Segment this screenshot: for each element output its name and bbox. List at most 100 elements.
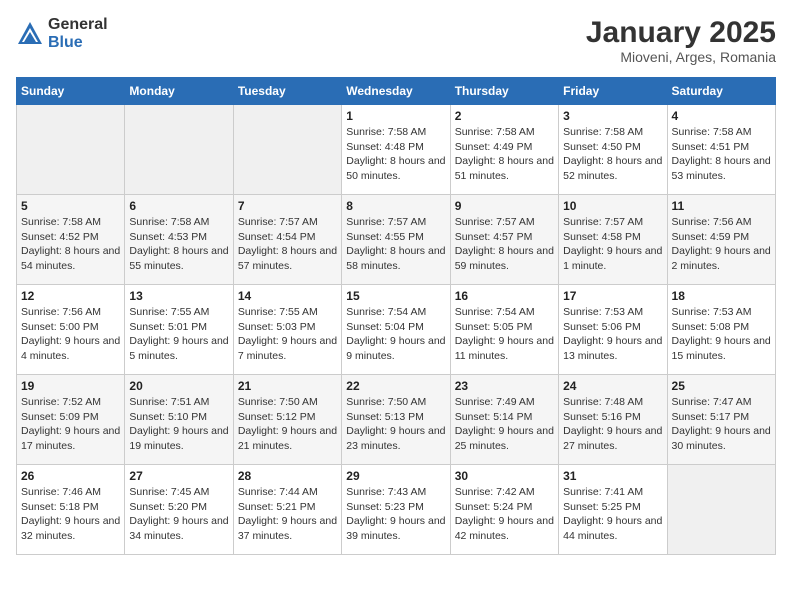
- calendar-cell: 17 Sunrise: 7:53 AM Sunset: 5:06 PM Dayli…: [559, 285, 667, 375]
- calendar-cell: [667, 465, 775, 555]
- day-number: 25: [672, 379, 771, 393]
- calendar-cell: 14 Sunrise: 7:55 AM Sunset: 5:03 PM Dayli…: [233, 285, 341, 375]
- weekday-header: Wednesday: [342, 78, 450, 105]
- day-number: 1: [346, 109, 445, 123]
- day-info: Sunrise: 7:57 AM Sunset: 4:57 PM Dayligh…: [455, 215, 554, 274]
- day-number: 14: [238, 289, 337, 303]
- day-info: Sunrise: 7:58 AM Sunset: 4:52 PM Dayligh…: [21, 215, 120, 274]
- calendar-week-row: 5 Sunrise: 7:58 AM Sunset: 4:52 PM Daylig…: [17, 195, 776, 285]
- calendar-table: SundayMondayTuesdayWednesdayThursdayFrid…: [16, 77, 776, 555]
- day-number: 19: [21, 379, 120, 393]
- calendar-cell: 19 Sunrise: 7:52 AM Sunset: 5:09 PM Dayli…: [17, 375, 125, 465]
- weekday-header: Saturday: [667, 78, 775, 105]
- day-number: 22: [346, 379, 445, 393]
- day-info: Sunrise: 7:43 AM Sunset: 5:23 PM Dayligh…: [346, 485, 445, 544]
- day-number: 5: [21, 199, 120, 213]
- day-number: 16: [455, 289, 554, 303]
- day-number: 31: [563, 469, 662, 483]
- day-number: 17: [563, 289, 662, 303]
- day-number: 11: [672, 199, 771, 213]
- calendar-cell: 13 Sunrise: 7:55 AM Sunset: 5:01 PM Dayli…: [125, 285, 233, 375]
- calendar-cell: 3 Sunrise: 7:58 AM Sunset: 4:50 PM Daylig…: [559, 105, 667, 195]
- day-number: 9: [455, 199, 554, 213]
- day-number: 18: [672, 289, 771, 303]
- calendar-cell: 24Sunrise: 7:48 AM Sunset: 5:16 PM Dayli…: [559, 375, 667, 465]
- day-number: 13: [129, 289, 228, 303]
- day-number: 26: [21, 469, 120, 483]
- logo: General Blue: [16, 16, 108, 51]
- calendar-cell: [125, 105, 233, 195]
- day-info: Sunrise: 7:55 AM Sunset: 5:03 PM Dayligh…: [238, 305, 337, 364]
- day-number: 27: [129, 469, 228, 483]
- day-number: 3: [563, 109, 662, 123]
- day-number: 2: [455, 109, 554, 123]
- day-info: Sunrise: 7:51 AM Sunset: 5:10 PM Dayligh…: [129, 395, 228, 454]
- calendar-cell: 1 Sunrise: 7:58 AM Sunset: 4:48 PM Daylig…: [342, 105, 450, 195]
- day-info: Sunrise: 7:55 AM Sunset: 5:01 PM Dayligh…: [129, 305, 228, 364]
- day-info: Sunrise: 7:58 AM Sunset: 4:51 PM Dayligh…: [672, 125, 771, 184]
- calendar-week-row: 19 Sunrise: 7:52 AM Sunset: 5:09 PM Dayli…: [17, 375, 776, 465]
- calendar-cell: 9 Sunrise: 7:57 AM Sunset: 4:57 PM Daylig…: [450, 195, 558, 285]
- day-info: Sunrise: 7:46 AM Sunset: 5:18 PM Dayligh…: [21, 485, 120, 544]
- calendar-cell: 11Sunrise: 7:56 AM Sunset: 4:59 PM Dayli…: [667, 195, 775, 285]
- day-number: 6: [129, 199, 228, 213]
- day-number: 21: [238, 379, 337, 393]
- calendar-cell: 28Sunrise: 7:44 AM Sunset: 5:21 PM Dayli…: [233, 465, 341, 555]
- day-info: Sunrise: 7:54 AM Sunset: 5:04 PM Dayligh…: [346, 305, 445, 364]
- calendar-cell: 12Sunrise: 7:56 AM Sunset: 5:00 PM Dayli…: [17, 285, 125, 375]
- day-info: Sunrise: 7:52 AM Sunset: 5:09 PM Dayligh…: [21, 395, 120, 454]
- day-info: Sunrise: 7:41 AM Sunset: 5:25 PM Dayligh…: [563, 485, 662, 544]
- day-info: Sunrise: 7:50 AM Sunset: 5:12 PM Dayligh…: [238, 395, 337, 454]
- calendar-cell: 6Sunrise: 7:58 AM Sunset: 4:53 PM Daylig…: [125, 195, 233, 285]
- calendar-cell: 25 Sunrise: 7:47 AM Sunset: 5:17 PM Dayli…: [667, 375, 775, 465]
- page-subtitle: Mioveni, Arges, Romania: [586, 49, 776, 65]
- day-number: 15: [346, 289, 445, 303]
- logo-general-text: General: [48, 16, 108, 34]
- day-info: Sunrise: 7:57 AM Sunset: 4:58 PM Dayligh…: [563, 215, 662, 274]
- weekday-row: SundayMondayTuesdayWednesdayThursdayFrid…: [17, 78, 776, 105]
- weekday-header: Sunday: [17, 78, 125, 105]
- calendar-cell: 2 Sunrise: 7:58 AM Sunset: 4:49 PM Daylig…: [450, 105, 558, 195]
- calendar-week-row: 26 Sunrise: 7:46 AM Sunset: 5:18 PM Dayli…: [17, 465, 776, 555]
- weekday-header: Thursday: [450, 78, 558, 105]
- calendar-cell: 10 Sunrise: 7:57 AM Sunset: 4:58 PM Dayli…: [559, 195, 667, 285]
- calendar-cell: 8Sunrise: 7:57 AM Sunset: 4:55 PM Daylig…: [342, 195, 450, 285]
- calendar-cell: 26 Sunrise: 7:46 AM Sunset: 5:18 PM Dayli…: [17, 465, 125, 555]
- calendar-cell: 16 Sunrise: 7:54 AM Sunset: 5:05 PM Dayli…: [450, 285, 558, 375]
- day-number: 4: [672, 109, 771, 123]
- day-info: Sunrise: 7:47 AM Sunset: 5:17 PM Dayligh…: [672, 395, 771, 454]
- calendar-cell: 20Sunrise: 7:51 AM Sunset: 5:10 PM Dayli…: [125, 375, 233, 465]
- day-info: Sunrise: 7:53 AM Sunset: 5:08 PM Dayligh…: [672, 305, 771, 364]
- calendar-cell: 22 Sunrise: 7:50 AM Sunset: 5:13 PM Dayli…: [342, 375, 450, 465]
- day-number: 29: [346, 469, 445, 483]
- day-number: 7: [238, 199, 337, 213]
- day-info: Sunrise: 7:54 AM Sunset: 5:05 PM Dayligh…: [455, 305, 554, 364]
- calendar-cell: 23Sunrise: 7:49 AM Sunset: 5:14 PM Dayli…: [450, 375, 558, 465]
- page-title: January 2025: [586, 16, 776, 49]
- day-number: 24: [563, 379, 662, 393]
- page-header: General Blue January 2025 Mioveni, Arges…: [16, 16, 776, 65]
- calendar-cell: 29 Sunrise: 7:43 AM Sunset: 5:23 PM Dayli…: [342, 465, 450, 555]
- logo-blue-text: Blue: [48, 34, 108, 52]
- day-info: Sunrise: 7:58 AM Sunset: 4:48 PM Dayligh…: [346, 125, 445, 184]
- logo-text: General Blue: [48, 16, 108, 51]
- day-info: Sunrise: 7:42 AM Sunset: 5:24 PM Dayligh…: [455, 485, 554, 544]
- weekday-header: Tuesday: [233, 78, 341, 105]
- day-info: Sunrise: 7:44 AM Sunset: 5:21 PM Dayligh…: [238, 485, 337, 544]
- day-info: Sunrise: 7:50 AM Sunset: 5:13 PM Dayligh…: [346, 395, 445, 454]
- calendar-cell: 21 Sunrise: 7:50 AM Sunset: 5:12 PM Dayli…: [233, 375, 341, 465]
- day-number: 8: [346, 199, 445, 213]
- calendar-cell: 30Sunrise: 7:42 AM Sunset: 5:24 PM Dayli…: [450, 465, 558, 555]
- calendar-cell: 27 Sunrise: 7:45 AM Sunset: 5:20 PM Dayli…: [125, 465, 233, 555]
- day-info: Sunrise: 7:53 AM Sunset: 5:06 PM Dayligh…: [563, 305, 662, 364]
- day-info: Sunrise: 7:45 AM Sunset: 5:20 PM Dayligh…: [129, 485, 228, 544]
- calendar-cell: 4 Sunrise: 7:58 AM Sunset: 4:51 PM Daylig…: [667, 105, 775, 195]
- day-number: 10: [563, 199, 662, 213]
- calendar-cell: 5 Sunrise: 7:58 AM Sunset: 4:52 PM Daylig…: [17, 195, 125, 285]
- title-block: January 2025 Mioveni, Arges, Romania: [586, 16, 776, 65]
- weekday-header: Monday: [125, 78, 233, 105]
- day-info: Sunrise: 7:58 AM Sunset: 4:50 PM Dayligh…: [563, 125, 662, 184]
- calendar-cell: [233, 105, 341, 195]
- day-info: Sunrise: 7:58 AM Sunset: 4:49 PM Dayligh…: [455, 125, 554, 184]
- calendar-week-row: 12Sunrise: 7:56 AM Sunset: 5:00 PM Dayli…: [17, 285, 776, 375]
